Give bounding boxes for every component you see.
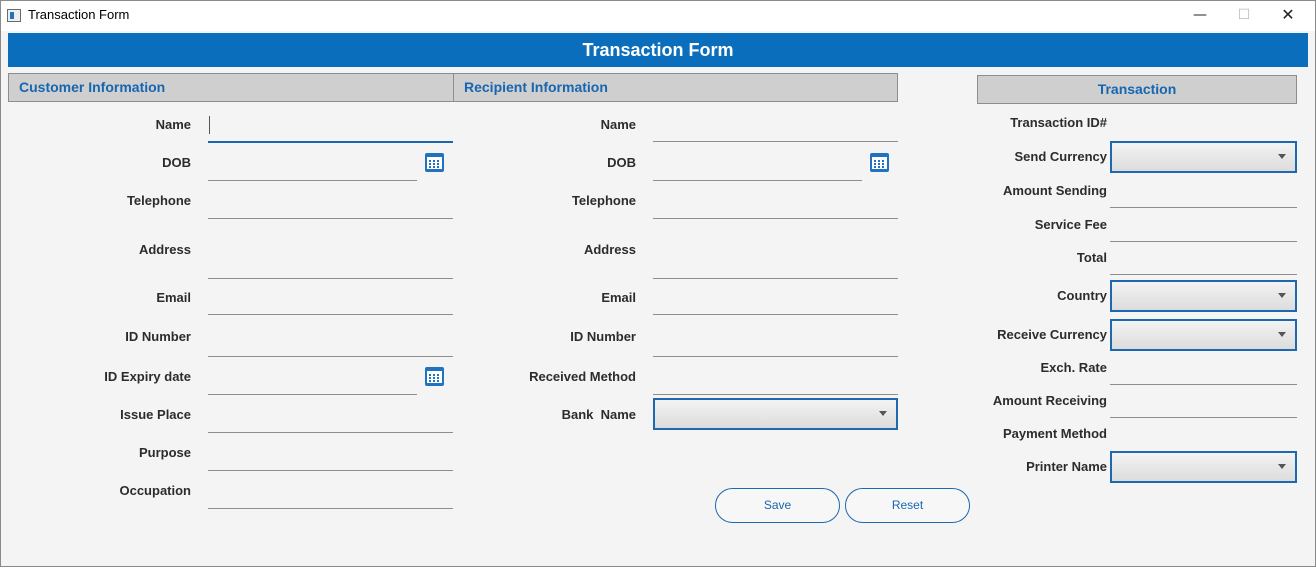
recipient-bank-name-label: Bank Name <box>561 407 636 422</box>
calendar-icon[interactable] <box>870 153 889 172</box>
total-input[interactable] <box>1110 274 1297 275</box>
title-bar: Transaction Form — ☐ ✕ <box>1 1 1315 31</box>
customer-dob-input[interactable] <box>208 180 417 181</box>
customer-dob-label: DOB <box>162 155 191 170</box>
bank-name-select[interactable] <box>653 398 898 430</box>
form-header: Transaction Form <box>8 33 1308 67</box>
transaction-id-label: Transaction ID# <box>1010 115 1107 130</box>
customer-email-input[interactable] <box>208 314 453 315</box>
customer-purpose-input[interactable] <box>208 470 453 471</box>
minimize-button[interactable]: — <box>1177 1 1223 31</box>
recipient-name-label: Name <box>600 117 636 132</box>
maximize-button[interactable]: ☐ <box>1221 1 1267 31</box>
recipient-dob-label: DOB <box>607 155 636 170</box>
app-icon <box>7 9 21 22</box>
country-label: Country <box>1057 288 1107 303</box>
customer-issue-place-label: Issue Place <box>120 407 191 422</box>
total-label: Total <box>1076 250 1107 265</box>
recipient-name-input[interactable] <box>653 141 898 142</box>
send-currency-select[interactable] <box>1110 141 1297 173</box>
receive-currency-label: Receive Currency <box>997 327 1107 342</box>
customer-id-number-label: ID Number <box>125 329 191 344</box>
chevron-down-icon <box>1278 154 1286 159</box>
recipient-section-heading: Recipient Information <box>453 73 898 102</box>
text-caret <box>209 116 210 134</box>
customer-id-expiry-input[interactable] <box>208 394 417 395</box>
recipient-address-input[interactable] <box>653 278 898 279</box>
printer-name-label: Printer Name <box>1026 459 1107 474</box>
customer-name-label: Name <box>155 117 191 132</box>
chevron-down-icon <box>1278 293 1286 298</box>
recipient-id-number-input[interactable] <box>653 356 898 357</box>
exch-rate-input[interactable] <box>1110 384 1297 385</box>
calendar-icon[interactable] <box>425 153 444 172</box>
chevron-down-icon <box>1278 332 1286 337</box>
customer-issue-place-input[interactable] <box>208 432 453 433</box>
send-currency-label: Send Currency <box>1014 149 1107 164</box>
customer-address-label: Address <box>138 242 191 257</box>
transaction-section-heading: Transaction <box>977 75 1297 104</box>
customer-occupation-input[interactable] <box>208 508 453 509</box>
chevron-down-icon <box>879 411 887 416</box>
customer-id-expiry-label: ID Expiry date <box>104 369 191 384</box>
recipient-address-label: Address <box>583 242 636 257</box>
transaction-form-window: Transaction Form — ☐ ✕ Transaction Form … <box>0 0 1316 567</box>
recipient-dob-input[interactable] <box>653 180 862 181</box>
reset-button[interactable]: Reset <box>845 488 970 523</box>
amount-sending-label: Amount Sending <box>1003 183 1107 198</box>
recipient-received-method-input[interactable] <box>653 394 898 395</box>
calendar-icon[interactable] <box>425 367 444 386</box>
customer-id-number-input[interactable] <box>208 356 453 357</box>
customer-purpose-label: Purpose <box>138 445 191 460</box>
receive-currency-select[interactable] <box>1110 319 1297 351</box>
customer-email-label: Email <box>156 290 191 305</box>
customer-telephone-input[interactable] <box>208 218 453 219</box>
amount-sending-input[interactable] <box>1110 207 1297 208</box>
customer-address-input[interactable] <box>208 278 453 279</box>
save-button[interactable]: Save <box>715 488 840 523</box>
amount-receiving-label: Amount Receiving <box>992 393 1107 408</box>
customer-section-heading: Customer Information <box>8 73 454 102</box>
customer-occupation-label: Occupation <box>119 483 191 498</box>
recipient-email-input[interactable] <box>653 314 898 315</box>
service-fee-input[interactable] <box>1110 241 1297 242</box>
recipient-received-method-label: Received Method <box>529 369 636 384</box>
payment-method-label: Payment Method <box>1002 426 1107 441</box>
country-select[interactable] <box>1110 280 1297 312</box>
service-fee-label: Service Fee <box>1034 217 1107 232</box>
recipient-email-label: Email <box>601 290 636 305</box>
recipient-id-number-label: ID Number <box>570 329 636 344</box>
customer-name-input[interactable] <box>208 141 453 143</box>
customer-telephone-label: Telephone <box>126 193 191 208</box>
chevron-down-icon <box>1278 464 1286 469</box>
recipient-telephone-input[interactable] <box>653 218 898 219</box>
window-title: Transaction Form <box>28 7 130 22</box>
close-button[interactable]: ✕ <box>1265 1 1311 31</box>
recipient-telephone-label: Telephone <box>571 193 636 208</box>
exch-rate-label: Exch. Rate <box>1040 360 1107 375</box>
printer-name-select[interactable] <box>1110 451 1297 483</box>
amount-receiving-input[interactable] <box>1110 417 1297 418</box>
